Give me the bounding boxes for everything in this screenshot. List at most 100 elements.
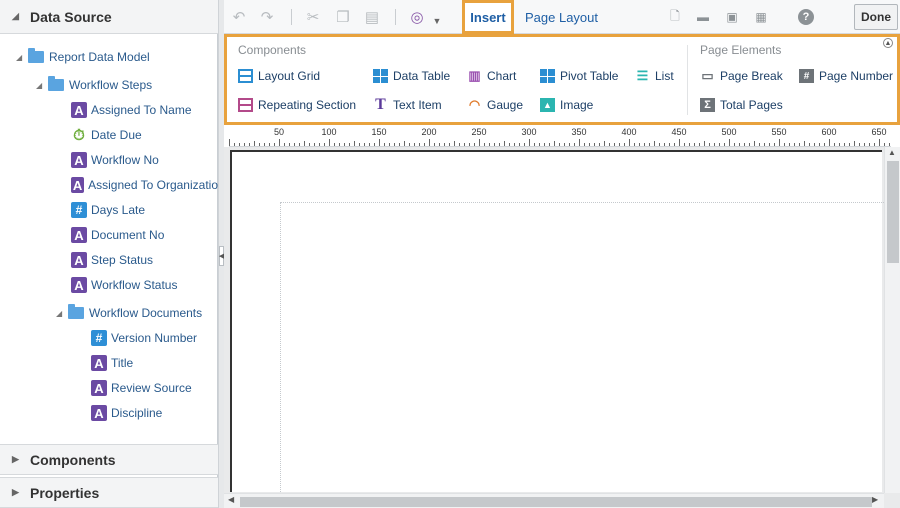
insert-data-table[interactable]: Data Table [373, 67, 450, 85]
ruler-tick [534, 143, 535, 146]
chevron-down-icon[interactable]: ▼ [430, 12, 444, 30]
ruler-tick [249, 143, 250, 146]
ruler-tick [514, 143, 515, 146]
ruler-label: 650 [871, 127, 887, 137]
help-icon[interactable]: ? [798, 9, 814, 25]
ruler-tick [344, 143, 345, 146]
collapse-triangle-icon[interactable]: ◢ [12, 11, 26, 22]
tree-node-workflow-steps[interactable]: ◢ Workflow Steps [36, 74, 152, 96]
item-label: Total Pages [720, 98, 783, 112]
insert-pivot-table[interactable]: Pivot Table [540, 67, 618, 85]
tree-field-assigned-to-name[interactable]: A Assigned To Name [71, 99, 192, 121]
ruler-tick [384, 143, 385, 146]
insert-chart[interactable]: ▥ Chart [467, 67, 516, 85]
horizontal-scroll-thumb[interactable] [240, 497, 872, 507]
tab-page-layout[interactable]: Page Layout [525, 0, 598, 34]
vertical-scrollbar[interactable]: ▲ [884, 147, 900, 493]
scroll-right-icon[interactable]: ▶ [872, 495, 878, 504]
layout-grid-icon [238, 69, 253, 83]
expand-triangle-icon[interactable]: ▶ [12, 487, 26, 498]
done-button[interactable]: Done [854, 4, 898, 30]
tree-node-workflow-documents[interactable]: ◢ Workflow Documents [56, 302, 202, 324]
tree-field-workflow-status[interactable]: A Workflow Status [71, 274, 177, 296]
insert-image[interactable]: ▲ Image [540, 96, 593, 114]
tree-field-step-status[interactable]: A Step Status [71, 249, 153, 271]
open-folder-icon[interactable]: ▬ [695, 9, 711, 25]
tree-field-document-no[interactable]: A Document No [71, 224, 164, 246]
redo-icon[interactable]: ↷ [258, 8, 276, 26]
tree-field-assigned-to-organization[interactable]: A Assigned To Organizatio [71, 174, 218, 196]
field-label: Workflow Status [91, 278, 178, 292]
insert-page-break[interactable]: ▭ Page Break [700, 67, 782, 85]
item-label: List [655, 69, 674, 83]
insert-page-number[interactable]: # Page Number [799, 67, 893, 85]
text-field-icon: A [71, 152, 87, 168]
collapse-ribbon-icon[interactable]: ▲ [883, 38, 893, 48]
ruler-label: 550 [771, 127, 787, 137]
text-field-icon: A [91, 405, 107, 421]
ruler-tick [739, 143, 740, 146]
date-field-icon: ⏱ [73, 126, 85, 144]
ruler-tick [289, 143, 290, 146]
ruler-tick [604, 141, 605, 146]
paste-icon[interactable]: ▤ [363, 8, 381, 26]
new-page-icon[interactable]: 🗋 [667, 9, 683, 25]
tree-field-title[interactable]: A Title [91, 352, 133, 374]
ruler-tick [744, 143, 745, 146]
ruler-tick [839, 143, 840, 146]
undo-icon[interactable]: ↶ [230, 8, 248, 26]
components-header[interactable]: ▶ Components [0, 444, 218, 475]
item-label: Data Table [393, 69, 451, 83]
ruler-tick [374, 143, 375, 146]
item-label: Gauge [487, 98, 524, 112]
scroll-up-icon[interactable]: ▲ [888, 148, 896, 157]
insert-layout-grid[interactable]: Layout Grid [238, 67, 320, 85]
ruler-tick [844, 143, 845, 146]
cut-icon[interactable]: ✂ [304, 8, 322, 26]
ruler-tick [489, 143, 490, 146]
ruler-tick [454, 141, 455, 146]
copy-icon[interactable]: ❐ [334, 8, 352, 26]
ruler-tick [449, 143, 450, 146]
expand-toggle-icon[interactable]: ◢ [16, 53, 28, 62]
ruler-tick [494, 143, 495, 146]
folder-icon [28, 48, 44, 63]
tree-field-date-due[interactable]: ⏱ Date Due [71, 124, 142, 146]
expand-toggle-icon[interactable]: ◢ [36, 81, 48, 90]
ruler-tick [459, 143, 460, 146]
insert-total-pages[interactable]: Σ Total Pages [700, 96, 783, 114]
ruler-tick [654, 141, 655, 146]
tree-field-discipline[interactable]: A Discipline [91, 402, 162, 424]
tree-field-review-source[interactable]: A Review Source [91, 377, 192, 399]
tree-root-report-data-model[interactable]: ◢ Report Data Model [16, 46, 150, 68]
tree-field-version-number[interactable]: # Version Number [91, 327, 197, 349]
ruler-tick [349, 143, 350, 146]
report-page[interactable] [230, 150, 884, 494]
ruler-tick [884, 143, 885, 146]
scroll-left-icon[interactable]: ◀ [228, 495, 234, 504]
insert-text-item[interactable]: T Text Item [373, 96, 442, 114]
target-icon[interactable]: ◎ [407, 8, 427, 26]
horizontal-scrollbar[interactable]: ◀ ▶ [224, 493, 884, 508]
ruler-tick [434, 143, 435, 146]
tree-field-days-late[interactable]: # Days Late [71, 199, 145, 221]
tree-field-workflow-no[interactable]: A Workflow No [71, 149, 159, 171]
sum-icon: Σ [700, 98, 715, 112]
properties-header[interactable]: ▶ Properties [0, 477, 218, 508]
gauge-icon: ◠ [468, 97, 481, 112]
tab-insert[interactable]: Insert [462, 0, 514, 34]
vertical-scroll-thumb[interactable] [887, 161, 899, 263]
data-source-header[interactable]: ◢ Data Source [0, 0, 218, 34]
insert-gauge[interactable]: ◠ Gauge [467, 96, 523, 114]
ruler-tick [524, 143, 525, 146]
ruler-tick [624, 143, 625, 146]
ruler-tick [264, 143, 265, 146]
save-icon[interactable]: ▣ [724, 9, 740, 25]
report-body-region[interactable] [280, 202, 884, 494]
expand-toggle-icon[interactable]: ◢ [56, 309, 68, 318]
insert-repeating-section[interactable]: Repeating Section [238, 96, 356, 114]
expand-triangle-icon[interactable]: ▶ [12, 454, 26, 465]
page-elements-section-title: Page Elements [700, 43, 782, 57]
insert-list[interactable]: ☰ List [635, 67, 674, 85]
save-as-icon[interactable]: ▦ [753, 9, 769, 25]
